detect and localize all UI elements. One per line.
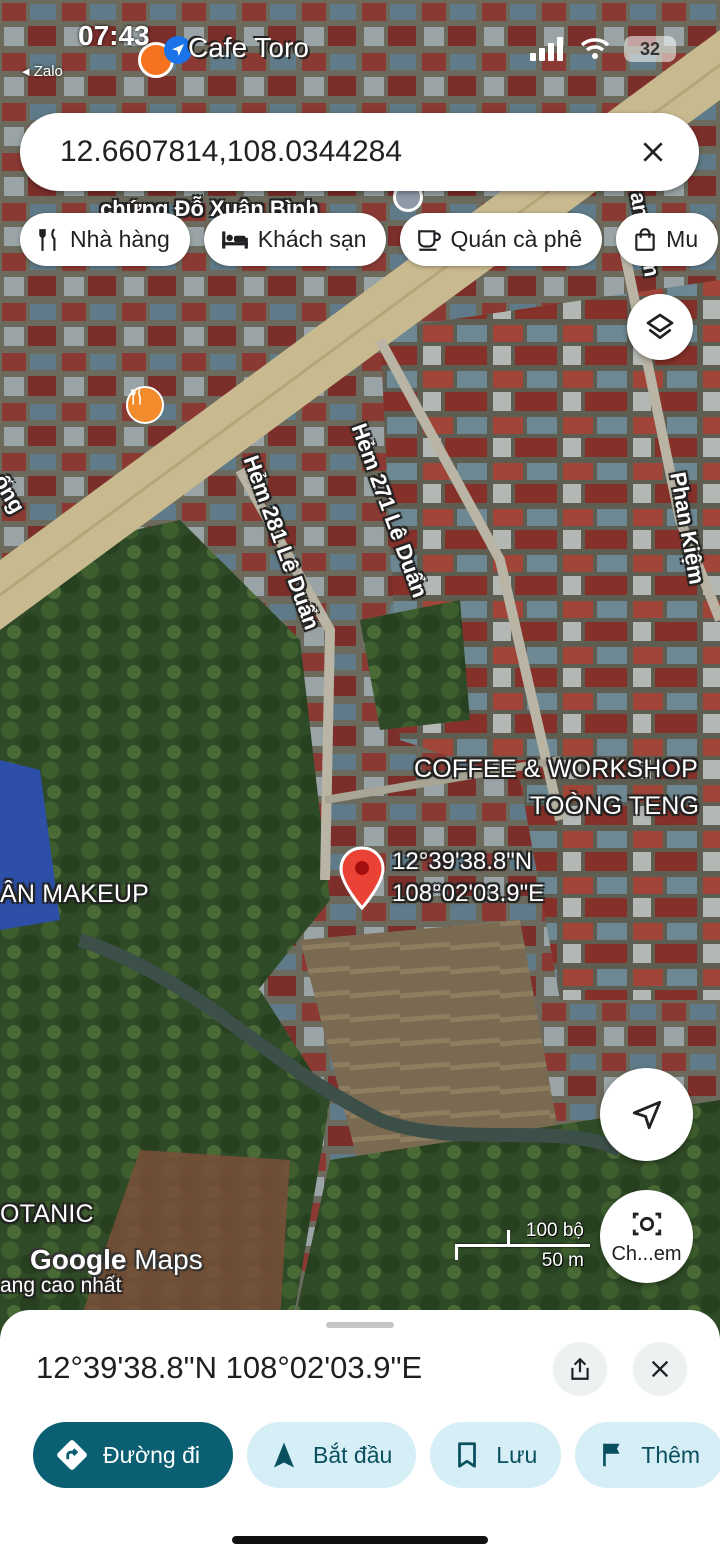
shopping-bag-icon xyxy=(635,227,655,251)
directions-icon xyxy=(57,1440,87,1470)
sheet-drag-handle[interactable] xyxy=(326,1322,394,1328)
close-icon xyxy=(651,1360,669,1378)
wifi-icon xyxy=(580,38,610,59)
battery-indicator: 32 xyxy=(624,36,676,62)
scale-bar xyxy=(455,1244,590,1247)
pin-coordinates-label: 12°39'38.8"N 108°02'03.9"E xyxy=(392,846,544,910)
map-label-toong-teng[interactable]: TOÒNG TENG xyxy=(530,792,699,821)
search-query[interactable]: 12.6607814,108.0344284 xyxy=(60,135,633,169)
layers-icon xyxy=(646,313,674,339)
chip-label: Khách sạn xyxy=(257,226,367,252)
chip-restaurants[interactable]: Nhà hàng xyxy=(20,213,190,266)
share-button[interactable] xyxy=(553,1342,607,1396)
scale-tick xyxy=(455,1244,458,1260)
directions-button[interactable]: Đường đi xyxy=(33,1422,233,1488)
status-bar: 07:43 Cafe Toro ◂ Zalo 32 xyxy=(0,14,720,80)
bottom-sheet[interactable]: 12°39'38.8"N 108°02'03.9"E Đường đi Bắt … xyxy=(0,1310,720,1560)
save-button[interactable]: Lưu xyxy=(430,1422,562,1488)
scale-imperial: 100 bộ xyxy=(525,1220,584,1241)
map-label-cafe-toro[interactable]: Cafe Toro xyxy=(188,32,309,64)
directions-label: Đường đi xyxy=(103,1441,200,1468)
chip-label: Mu xyxy=(666,226,699,252)
my-location-button[interactable] xyxy=(600,1068,693,1161)
camera-search-icon xyxy=(632,1212,661,1236)
restaurant-poi-marker[interactable] xyxy=(126,386,164,424)
coffee-icon xyxy=(418,229,442,251)
map-layers-button[interactable] xyxy=(627,294,693,360)
status-indicators: 32 xyxy=(530,36,676,62)
add-button[interactable]: Thêm xyxy=(575,1422,720,1488)
logo-google: Google xyxy=(30,1244,127,1275)
action-buttons-row: Đường đi Bắt đầu Lưu Thêm xyxy=(33,1422,720,1488)
category-chips: Nhà hàng Khách sạn Quán cà phê Mu xyxy=(20,213,719,267)
close-icon xyxy=(643,142,663,162)
pin-latitude: 12°39'38.8"N xyxy=(392,848,533,875)
lens-button-label: Ch...em xyxy=(611,1243,682,1265)
clear-search-button[interactable] xyxy=(633,132,673,172)
map-label-makeup[interactable]: ÂN MAKEUP xyxy=(0,880,149,909)
chip-label: Nhà hàng xyxy=(70,226,170,252)
scale-metric: 50 m xyxy=(541,1250,584,1271)
chip-coffee[interactable]: Quán cà phê xyxy=(400,213,603,266)
lens-search-button[interactable]: Ch...em xyxy=(600,1190,693,1283)
status-time: 07:43 xyxy=(78,20,150,51)
map-label-coffee-workshop[interactable]: COFFEE & WORKSHOP xyxy=(414,755,698,784)
start-button[interactable]: Bắt đầu xyxy=(247,1422,417,1488)
chip-hotels[interactable]: Khách sạn xyxy=(203,213,387,266)
back-to-zalo-link[interactable]: ◂ Zalo xyxy=(22,62,63,80)
logo-maps: Maps xyxy=(134,1244,203,1275)
hotel-icon xyxy=(221,230,248,249)
save-label: Lưu xyxy=(496,1441,538,1468)
map-label-cao-nhat: ang cao nhất xyxy=(0,1274,122,1297)
scale-tick xyxy=(507,1230,510,1246)
map-scale: 100 bộ 50 m xyxy=(455,1218,590,1274)
sheet-title: 12°39'38.8"N 108°02'03.9"E xyxy=(36,1350,423,1385)
dropped-pin-marker[interactable] xyxy=(338,846,386,912)
chip-label: Quán cà phê xyxy=(450,226,583,252)
add-label: Thêm xyxy=(641,1441,701,1468)
flag-icon xyxy=(603,1443,620,1467)
navigation-arrow-icon xyxy=(632,1100,661,1129)
map-label-botanic[interactable]: OTANIC xyxy=(0,1200,94,1229)
google-maps-logo: Google Maps xyxy=(30,1244,203,1276)
search-bar[interactable]: 12.6607814,108.0344284 xyxy=(20,113,699,191)
share-icon xyxy=(571,1357,589,1380)
cellular-signal-icon xyxy=(530,37,563,61)
pin-longitude: 108°02'03.9"E xyxy=(392,880,545,907)
bookmark-icon xyxy=(458,1442,477,1468)
fork-knife-icon xyxy=(131,388,141,405)
restaurant-icon xyxy=(39,227,56,251)
home-indicator xyxy=(232,1536,488,1544)
navigation-icon xyxy=(274,1442,294,1468)
close-sheet-button[interactable] xyxy=(633,1342,687,1396)
chip-shopping[interactable]: Mu xyxy=(616,213,719,266)
start-label: Bắt đầu xyxy=(313,1441,393,1468)
